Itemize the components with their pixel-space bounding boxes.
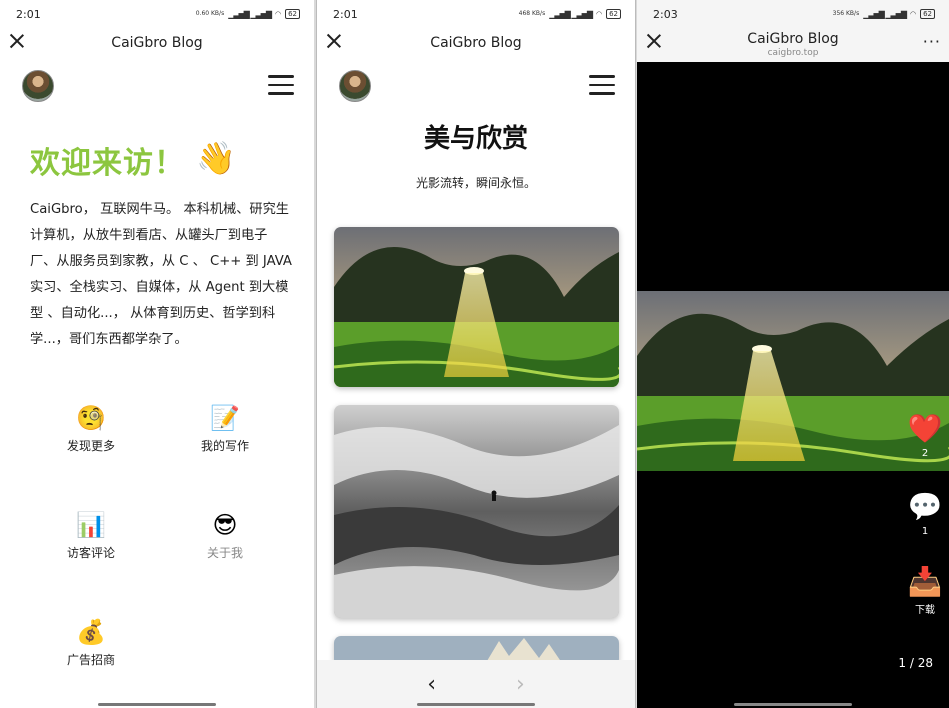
screenshot-stage: 2:01 0.60 KB/s ▁▃▅▇ ▁▃▅▇ ◠ 62 CaiGbro Bl… [0, 0, 949, 708]
close-icon[interactable] [325, 32, 343, 50]
photo-card-wave[interactable] [334, 405, 619, 618]
gallery-title: 美与欣赏 [423, 124, 528, 154]
monocle-face-icon: 🧐 [76, 404, 106, 432]
phone-photo-viewer: 2:03 356 KB/s ▁▃▅▇ ▁▃▅▇ ◠ 62 CaiGbro Blo… [637, 0, 949, 708]
nav-label: 我的写作 [200, 439, 249, 453]
nav-visitor-comments[interactable]: 📊 访客评论 [46, 510, 136, 561]
status-time: 2:01 [333, 7, 358, 21]
sunglasses-face-icon: 😎 [212, 511, 238, 539]
page-title: CaiGbro Blog [430, 35, 522, 51]
comment-count: 1 [921, 526, 929, 537]
nav-my-writing[interactable]: 📝 我的写作 [180, 403, 270, 454]
signal-icon: ▁▃▅▇ ▁▃▅▇ [863, 9, 907, 19]
browser-titlebar: CaiGbro Blog caigbro.top ··· [637, 28, 949, 62]
network-speed: 468 KB/s [518, 10, 546, 17]
wifi-icon: ◠ [595, 10, 603, 18]
page-title: CaiGbro Blog [747, 31, 839, 47]
bar-chart-icon: 📊 [76, 511, 106, 539]
phone-gallery: 2:01 468 KB/s ▁▃▅▇ ▁▃▅▇ ◠ 62 CaiGbro Blo… [316, 0, 636, 708]
nav-discover-more[interactable]: 🧐 发现更多 [46, 403, 136, 454]
home-indicator[interactable] [734, 703, 852, 706]
wave-icon: 👋 [196, 139, 236, 177]
nav-label: 发现更多 [66, 439, 115, 453]
status-time: 2:01 [16, 7, 41, 21]
signal-icon: ▁▃▅▇ ▁▃▅▇ [549, 9, 593, 19]
browser-titlebar: CaiGbro Blog [0, 28, 314, 58]
site-header [0, 68, 314, 104]
wifi-icon: ◠ [909, 10, 917, 18]
network-speed: 0.60 KB/s [195, 10, 225, 17]
memo-icon: 📝 [210, 404, 240, 432]
menu-icon[interactable] [268, 75, 294, 95]
nav-about-me[interactable]: 😎 关于我 [180, 510, 270, 561]
home-indicator[interactable] [417, 703, 535, 706]
browser-bottom-bar: ‹ › [317, 660, 635, 708]
network-speed: 356 KB/s [832, 10, 860, 17]
status-bar: 2:01 0.60 KB/s ▁▃▅▇ ▁▃▅▇ ◠ 62 [0, 0, 314, 28]
intro-text: CaiGbro， 互联网牛马。 本科机械、研究生计算机，从放牛到看店、从罐头厂到… [30, 202, 292, 347]
download-label: 下载 [915, 605, 935, 616]
avatar[interactable] [22, 70, 54, 102]
signal-icon: ▁▃▅▇ ▁▃▅▇ [228, 9, 272, 19]
like-count: 2 [921, 448, 929, 459]
forward-arrow-icon[interactable]: › [516, 672, 525, 697]
nav-label: 关于我 [206, 546, 243, 560]
battery-icon: 62 [606, 9, 621, 19]
browser-titlebar: CaiGbro Blog [317, 28, 635, 58]
money-bag-icon: 💰 [76, 618, 106, 646]
photo-mountain-rice-field [334, 227, 619, 387]
like-button[interactable]: ❤️ 2 [907, 412, 943, 459]
status-time: 2:03 [653, 7, 678, 21]
close-icon[interactable] [8, 32, 26, 50]
welcome-heading: 欢迎来访！ [30, 146, 185, 181]
photo-counter: 1 / 28 [898, 656, 933, 670]
back-arrow-icon[interactable]: ‹ [427, 672, 436, 697]
download-button[interactable]: 📥 下载 [907, 565, 943, 616]
battery-icon: 62 [920, 9, 935, 19]
comment-bubble-icon: 💬 [907, 490, 943, 523]
avatar[interactable] [339, 70, 371, 102]
gallery-subtitle: 光影流转，瞬间永恒。 [415, 176, 536, 190]
page-url: caigbro.top [767, 48, 819, 58]
status-bar: 2:03 356 KB/s ▁▃▅▇ ▁▃▅▇ ◠ 62 [637, 0, 949, 28]
home-indicator[interactable] [98, 703, 216, 706]
photo-surfer-wave [334, 405, 619, 618]
page-title: CaiGbro Blog [111, 35, 203, 51]
status-icons: 0.60 KB/s ▁▃▅▇ ▁▃▅▇ ◠ 62 [196, 9, 300, 19]
status-icons: 356 KB/s ▁▃▅▇ ▁▃▅▇ ◠ 62 [833, 9, 935, 19]
status-bar: 2:01 468 KB/s ▁▃▅▇ ▁▃▅▇ ◠ 62 [317, 0, 635, 28]
status-icons: 468 KB/s ▁▃▅▇ ▁▃▅▇ ◠ 62 [519, 9, 621, 19]
wifi-icon: ◠ [274, 10, 282, 18]
photo-card-mountain[interactable] [334, 227, 619, 387]
download-tray-icon: 📥 [907, 565, 943, 598]
menu-icon[interactable] [589, 75, 615, 95]
nav-advertising[interactable]: 💰 广告招商 [46, 617, 136, 668]
site-header [317, 68, 635, 104]
nav-label: 访客评论 [66, 546, 115, 560]
comment-button[interactable]: 💬 1 [907, 490, 943, 537]
more-options-icon[interactable]: ··· [923, 32, 941, 51]
close-icon[interactable] [645, 32, 663, 50]
viewer-photo-mountain[interactable] [637, 291, 949, 471]
phone-home: 2:01 0.60 KB/s ▁▃▅▇ ▁▃▅▇ ◠ 62 CaiGbro Bl… [0, 0, 314, 708]
heart-icon: ❤️ [907, 412, 943, 445]
nav-label: 广告招商 [66, 653, 115, 667]
battery-icon: 62 [285, 9, 300, 19]
